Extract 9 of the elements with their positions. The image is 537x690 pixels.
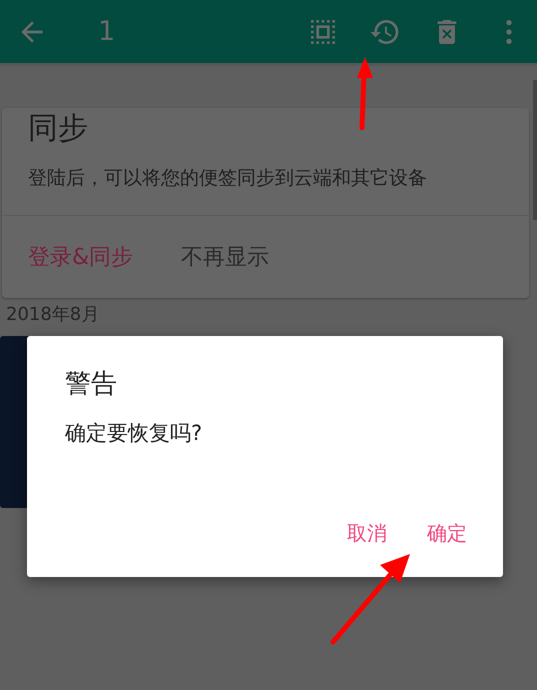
dialog-message: 确定要恢复吗?: [64, 420, 204, 447]
selection-count: 1: [98, 16, 116, 47]
card-message: 登陆后，可以将您的便签同步到云端和其它设备: [27, 166, 428, 191]
dialog-button[interactable]: 确定: [417, 514, 477, 553]
month-heading: 2018年8月: [6, 304, 100, 326]
card-title: 同步: [28, 110, 88, 148]
dialog-title: 警告: [64, 368, 118, 401]
card-action-button[interactable]: 不再显示: [181, 242, 270, 272]
dialog-button[interactable]: 取消: [337, 514, 397, 553]
